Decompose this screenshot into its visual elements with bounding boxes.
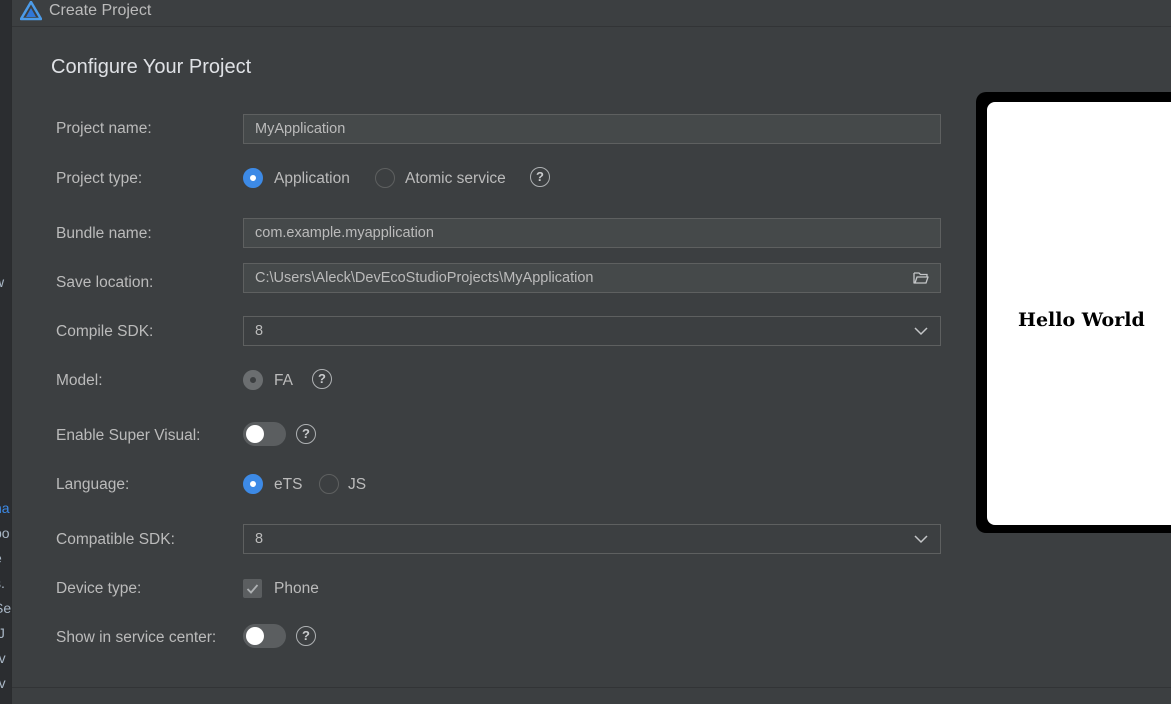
service-center-help-icon[interactable]: ? <box>296 626 316 646</box>
language-js-label[interactable]: JS <box>348 476 366 494</box>
language-js-radio[interactable] <box>319 474 339 494</box>
device-preview-screen: Hello World <box>987 102 1171 525</box>
save-location-label: Save location: <box>56 274 154 291</box>
project-name-label: Project name: <box>56 120 152 137</box>
background-ide-panel: w na po e s. Se tJ rv rv <box>0 0 12 704</box>
chevron-down-icon <box>914 535 928 544</box>
background-text: na <box>0 500 10 516</box>
device-type-label: Device type: <box>56 580 142 597</box>
project-type-application-radio[interactable] <box>243 168 263 188</box>
compile-sdk-label: Compile SDK: <box>56 323 154 340</box>
compile-sdk-dropdown[interactable]: 8 <box>243 316 941 346</box>
footer-divider <box>12 687 1171 688</box>
show-in-service-center-toggle[interactable] <box>243 624 286 648</box>
project-type-help-icon[interactable]: ? <box>530 167 550 187</box>
deveco-logo-icon <box>20 1 42 21</box>
super-visual-help-icon[interactable]: ? <box>296 424 316 444</box>
language-ets-label[interactable]: eTS <box>274 476 302 494</box>
dialog-title: Create Project <box>49 2 152 19</box>
device-preview-frame: Hello World <box>976 92 1171 533</box>
compatible-sdk-value: 8 <box>255 531 264 547</box>
bundle-name-input[interactable]: com.example.myapplication <box>243 218 941 248</box>
preview-hello-text: Hello World <box>1018 309 1145 331</box>
compatible-sdk-dropdown[interactable]: 8 <box>243 524 941 554</box>
project-type-application-label[interactable]: Application <box>274 170 350 188</box>
language-label: Language: <box>56 476 130 493</box>
model-help-icon[interactable]: ? <box>312 369 332 389</box>
background-text: po <box>0 525 10 541</box>
checkmark-icon <box>246 584 259 594</box>
enable-super-visual-label: Enable Super Visual: <box>56 427 201 444</box>
background-text: w <box>0 274 4 290</box>
model-fa-radio[interactable] <box>243 370 263 390</box>
page-title: Configure Your Project <box>51 56 252 78</box>
background-text: Se <box>0 600 12 616</box>
toggle-knob <box>246 425 264 443</box>
dialog-titlebar[interactable]: Create Project <box>12 0 1171 27</box>
language-ets-radio[interactable] <box>243 474 263 494</box>
model-fa-label[interactable]: FA <box>274 372 293 390</box>
project-type-atomic-service-label[interactable]: Atomic service <box>405 170 506 188</box>
toggle-knob <box>246 627 264 645</box>
chevron-down-icon <box>914 327 928 336</box>
show-in-service-center-label: Show in service center: <box>56 629 217 646</box>
save-location-input[interactable]: C:\Users\Aleck\DevEcoStudioProjects\MyAp… <box>243 263 941 293</box>
project-type-label: Project type: <box>56 170 143 187</box>
project-type-atomic-service-radio[interactable] <box>375 168 395 188</box>
project-name-input[interactable]: MyApplication <box>243 114 941 144</box>
background-text: s. <box>0 575 5 591</box>
device-type-phone-label[interactable]: Phone <box>274 580 319 598</box>
device-type-phone-checkbox[interactable] <box>243 579 262 598</box>
compile-sdk-value: 8 <box>255 323 264 339</box>
folder-open-icon[interactable] <box>913 271 929 285</box>
enable-super-visual-toggle[interactable] <box>243 422 286 446</box>
background-text: rv <box>0 675 6 691</box>
background-text: tJ <box>0 625 5 641</box>
model-label: Model: <box>56 372 103 389</box>
compatible-sdk-label: Compatible SDK: <box>56 531 175 548</box>
save-location-value: C:\Users\Aleck\DevEcoStudioProjects\MyAp… <box>255 270 594 286</box>
background-text: e <box>0 550 2 566</box>
background-text: rv <box>0 650 6 666</box>
bundle-name-label: Bundle name: <box>56 225 152 242</box>
